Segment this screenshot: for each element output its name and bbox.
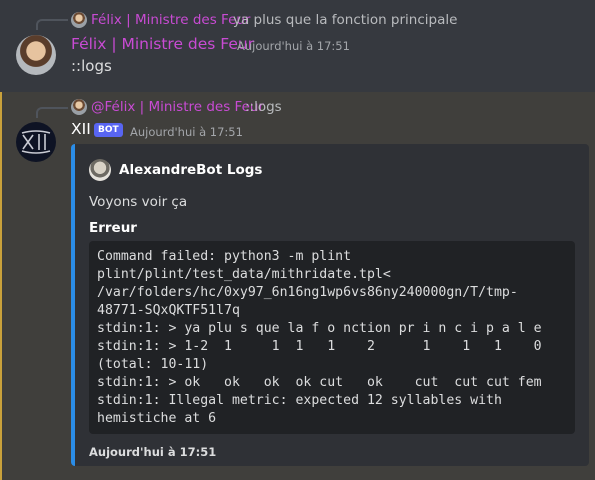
code-line: Command failed: python3 -m plint [97,249,352,264]
log-embed: AlexandreBot Logs Voyons voir ça Erreur … [71,144,589,466]
message-xii: @Félix | Ministre des Feur ::logs XII BO… [0,92,595,480]
reply-text[interactable]: ::logs [245,99,282,115]
embed-description: Voyons voir ça [89,194,188,210]
code-line: stdin:1: > ok ok ok ok cut ok cut cut cu… [97,375,542,390]
author-name[interactable]: Félix | Ministre des Feur [71,35,254,53]
code-line: hemistiche at 6 [97,411,217,426]
error-codeblock[interactable]: Command failed: python3 -m plint plint/p… [89,241,575,434]
code-line: 48771-SQxQKTF51l7q [97,303,240,318]
reply-text[interactable]: ya plus que la fonction principale [233,12,457,28]
code-line: plint/plint/test_data/mithridate.tpl< [97,267,391,282]
reply-connector [36,107,68,118]
message-content: ::logs [71,57,112,75]
author-name[interactable]: XII [71,120,91,138]
reply-avatar[interactable] [71,99,87,115]
code-line: /var/folders/hc/0xy97_6n16ng1wp6vs86ny24… [97,285,518,300]
xii-logo-icon [21,130,51,154]
embed-author: AlexandreBot Logs [119,162,263,178]
reply-mention[interactable]: @Félix | Ministre des Feur [91,99,264,115]
reply-avatar[interactable] [71,12,87,28]
reply-author[interactable]: Félix | Ministre des Feur [91,12,250,28]
code-line: stdin:1: > ya plu s que la f o nction pr… [97,321,542,336]
code-line: stdin:1: Illegal metric: expected 12 syl… [97,393,502,408]
embed-footer-timestamp: Aujourd'hui à 17:51 [89,445,217,459]
avatar[interactable] [16,35,56,75]
timestamp[interactable]: Aujourd'hui à 17:51 [130,125,243,139]
code-line: stdin:1: > 1-2 1 1 1 1 2 1 1 1 0 [97,339,542,354]
embed-author-icon [89,159,111,181]
reply-connector [36,19,68,30]
embed-field-name: Erreur [89,220,137,236]
code-line: (total: 10-11) [97,357,209,372]
bot-tag: BOT [94,123,123,137]
message-felix: Félix | Ministre des Feur ya plus que la… [0,0,595,92]
avatar[interactable] [16,122,56,162]
timestamp[interactable]: Aujourd'hui à 17:51 [237,39,350,53]
